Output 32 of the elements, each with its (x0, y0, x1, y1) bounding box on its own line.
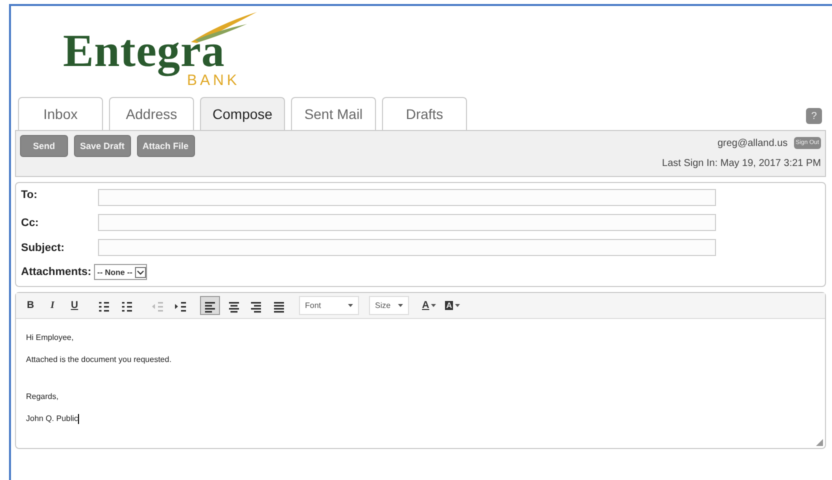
body-text: Attached is the document you requested. (26, 355, 172, 364)
field-label: Subject: (21, 242, 66, 254)
attachments-dropdown[interactable]: -- None -- (94, 264, 148, 280)
caret-icon (431, 304, 436, 307)
caret-icon (455, 304, 460, 307)
highlight-button[interactable]: A (442, 296, 464, 315)
bold-button[interactable]: B (21, 296, 40, 315)
tab[interactable]: Compose (200, 97, 285, 130)
body-text: John Q. Public (26, 414, 80, 424)
input-field[interactable] (98, 239, 716, 256)
caret-icon (398, 304, 403, 307)
tab[interactable]: Sent Mail (291, 97, 376, 130)
dropdown-button[interactable]: Size (369, 296, 409, 315)
body-text: Regards, (26, 392, 60, 401)
body-text: Hi Employee, (26, 333, 75, 342)
field-label: Cc: (21, 216, 40, 228)
italic-button[interactable]: I (43, 296, 62, 315)
underline-button[interactable]: U (65, 296, 84, 315)
field-label: Attachments: (21, 266, 92, 278)
text-color-button[interactable]: A (419, 296, 440, 315)
user-email: greg@alland.us (717, 138, 788, 148)
field-label: To: (21, 189, 38, 201)
input-field[interactable] (98, 189, 716, 206)
tab[interactable]: Address (109, 97, 194, 130)
align-left-button[interactable] (200, 296, 220, 315)
dropdown-button[interactable]: Font (299, 296, 359, 315)
tab[interactable]: Drafts (382, 97, 467, 130)
caret-icon (348, 304, 353, 307)
resize-grip-icon[interactable] (816, 439, 823, 446)
input-field[interactable] (98, 214, 716, 231)
tab[interactable]: Inbox (18, 97, 103, 130)
last-sign-in-text: Last Sign In: May 19, 2017 3:21 PM (662, 158, 821, 169)
